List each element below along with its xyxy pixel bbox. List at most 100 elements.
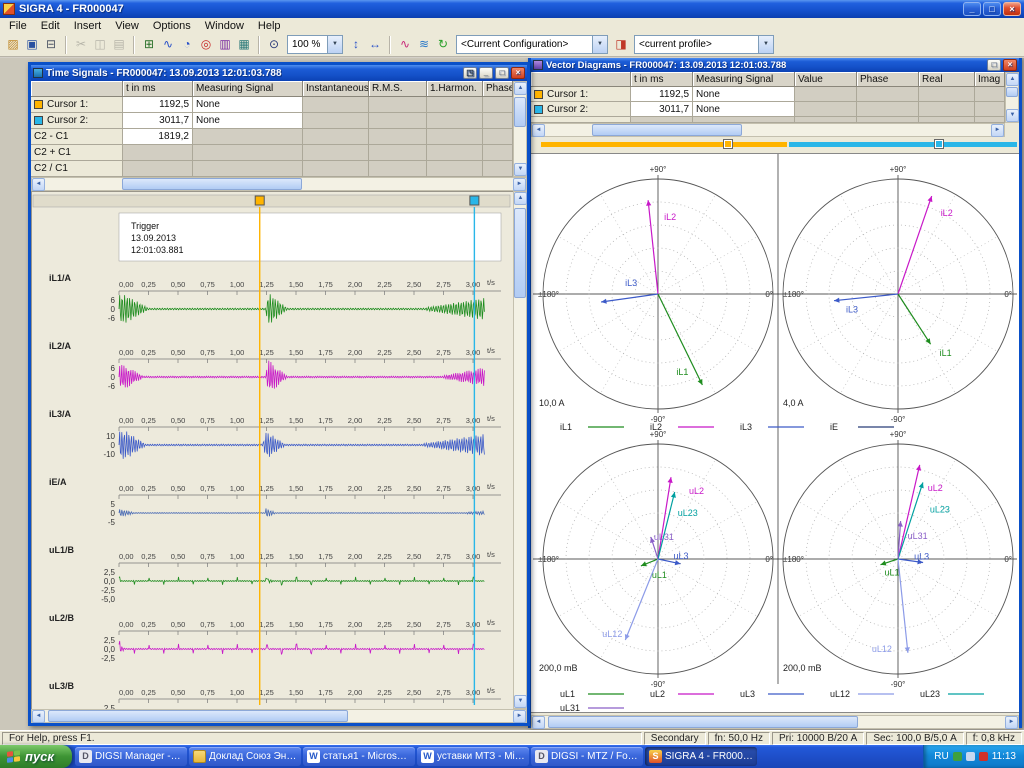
vector-table-h-scrollbar[interactable]: ◄► — [531, 123, 1005, 137]
scroll-up-button[interactable]: ▲ — [1006, 73, 1019, 86]
instant-values-icon[interactable]: ∿ — [396, 36, 414, 54]
circle-diagram-icon[interactable]: ◎ — [197, 36, 215, 54]
scroll-thumb[interactable] — [514, 97, 526, 127]
scroll-left-button[interactable]: ◄ — [32, 710, 45, 723]
profile-icon[interactable]: ◨ — [612, 36, 630, 54]
taskbar-task[interactable]: Wстатья1 - Microsoft ... — [303, 747, 415, 766]
scroll-thumb[interactable] — [1006, 87, 1018, 97]
print-icon[interactable]: ⊟ — [42, 36, 60, 54]
waveform-v-scrollbar[interactable]: ▲▼ — [513, 191, 527, 709]
menu-view[interactable]: View — [108, 20, 146, 32]
taskbar-task[interactable]: DDIGSI - MTZ / Folder ... — [531, 747, 643, 766]
column-header[interactable]: t in ms — [123, 81, 193, 97]
grid-view-icon[interactable]: ⊞ — [140, 36, 158, 54]
cursor2-range-bar[interactable] — [789, 142, 1017, 147]
vector-window-titlebar[interactable]: Vector Diagrams - FR000047: 13.09.2013 1… — [531, 58, 1019, 72]
tray-app-icon[interactable] — [966, 752, 975, 761]
zoom-icon[interactable]: ⊙ — [265, 36, 283, 54]
column-header[interactable]: Real — [919, 72, 975, 87]
paste-icon[interactable]: ▤ — [110, 36, 128, 54]
menu-insert[interactable]: Insert — [67, 20, 109, 32]
scroll-right-button[interactable]: ► — [1005, 716, 1018, 729]
minimize-button[interactable]: _ — [479, 67, 493, 79]
table-cell[interactable]: None — [693, 102, 795, 117]
save-icon[interactable]: ▣ — [23, 36, 41, 54]
maximize-button[interactable]: □ — [987, 59, 1001, 71]
start-button[interactable]: пуск — [0, 745, 72, 768]
scroll-thumb[interactable] — [592, 124, 742, 136]
time-table-v-scrollbar[interactable]: ▲▼ — [513, 81, 527, 177]
table-cell[interactable]: None — [193, 113, 303, 129]
table-cell[interactable]: None — [193, 97, 303, 113]
scroll-down-button[interactable]: ▼ — [514, 163, 527, 176]
scroll-right-button[interactable]: ► — [513, 710, 526, 723]
column-header[interactable]: Phase — [857, 72, 919, 87]
column-header[interactable]: Measuring Signal — [693, 72, 795, 87]
close-button[interactable]: × — [1003, 2, 1021, 16]
column-header[interactable]: R.M.S. — [369, 81, 427, 97]
scroll-up-button[interactable]: ▲ — [514, 82, 527, 95]
dropdown-arrow-icon[interactable]: ▼ — [758, 36, 773, 53]
scroll-down-button[interactable]: ▼ — [514, 695, 527, 708]
menu-window[interactable]: Window — [198, 20, 251, 32]
copy-icon[interactable]: ◫ — [91, 36, 109, 54]
scroll-down-button[interactable]: ▼ — [1006, 109, 1019, 122]
time-table-h-scrollbar[interactable]: ◄► — [31, 177, 527, 191]
cursor-handle-2[interactable] — [470, 196, 479, 205]
scroll-right-button[interactable]: ► — [513, 178, 526, 191]
column-header[interactable]: Phase — [483, 81, 513, 97]
scroll-left-button[interactable]: ◄ — [532, 716, 545, 729]
zoom-horizontal-icon[interactable]: ↔ — [366, 36, 384, 54]
column-header[interactable]: Imag — [975, 72, 1005, 87]
column-header[interactable]: Measuring Signal — [193, 81, 303, 97]
table-cell[interactable]: 1192,5 — [123, 97, 193, 113]
cursor1-marker[interactable] — [724, 140, 732, 148]
cursor-handle-1[interactable] — [255, 196, 264, 205]
column-header[interactable]: t in ms — [631, 72, 693, 87]
time-window-titlebar[interactable]: Time Signals - FR000047: 13.09.2013 12:0… — [31, 65, 527, 81]
close-button[interactable]: × — [1003, 59, 1017, 71]
scroll-left-button[interactable]: ◄ — [532, 124, 545, 137]
language-indicator[interactable]: RU — [934, 751, 948, 762]
maximize-button[interactable]: □ — [495, 67, 509, 79]
column-header[interactable]: 1.Harmon. — [427, 81, 483, 97]
tray-alert-icon[interactable] — [979, 752, 988, 761]
menu-help[interactable]: Help — [251, 20, 288, 32]
taskbar-task[interactable]: Доклад Союз Энерг... — [189, 747, 301, 766]
scroll-thumb[interactable] — [548, 716, 858, 728]
close-button[interactable]: × — [511, 67, 525, 79]
open-icon[interactable]: ▨ — [4, 36, 22, 54]
taskbar-task[interactable]: Wуставки МТЗ - Micros... — [417, 747, 529, 766]
fault-locator-icon[interactable]: ▦ — [235, 36, 253, 54]
waveform-h-scrollbar[interactable]: ◄► — [31, 709, 527, 723]
dropdown-arrow-icon[interactable]: ▼ — [592, 36, 607, 53]
profile-select[interactable]: <current profile>▼ — [634, 35, 774, 54]
menu-file[interactable]: File — [2, 20, 34, 32]
table-cell[interactable]: 1192,5 — [631, 87, 693, 102]
table-cell[interactable]: 1819,2 — [123, 129, 193, 145]
menu-edit[interactable]: Edit — [34, 20, 67, 32]
menu-options[interactable]: Options — [146, 20, 198, 32]
float-button[interactable]: ◳ — [463, 67, 477, 79]
zoom-vertical-icon[interactable]: ↕ — [347, 36, 365, 54]
configuration-select[interactable]: <Current Configuration>▼ — [456, 35, 608, 54]
dropdown-arrow-icon[interactable]: ▼ — [327, 36, 342, 53]
scroll-thumb[interactable] — [48, 710, 348, 722]
time-signals-icon[interactable]: ∿ — [159, 36, 177, 54]
zoom-select[interactable]: 100 %▼ — [287, 35, 343, 54]
vector-table-v-scrollbar[interactable]: ▲▼ — [1005, 72, 1019, 123]
rms-values-icon[interactable]: ≋ — [415, 36, 433, 54]
tray-shield-icon[interactable] — [953, 752, 962, 761]
minimize-button[interactable]: _ — [963, 2, 981, 16]
table-cell[interactable]: 3011,7 — [631, 102, 693, 117]
table-cell[interactable]: None — [693, 87, 795, 102]
harmonics-icon[interactable]: ▥ — [216, 36, 234, 54]
vector-h-scrollbar[interactable]: ◄► — [531, 715, 1019, 729]
taskbar-task[interactable]: SSIGRA 4 - FR000047 — [645, 747, 757, 766]
taskbar-task[interactable]: DDIGSI Manager - [MT... — [75, 747, 187, 766]
scroll-left-button[interactable]: ◄ — [32, 178, 45, 191]
cursor1-range-bar[interactable] — [541, 142, 787, 147]
cut-icon[interactable]: ✂ — [72, 36, 90, 54]
column-header[interactable]: Instantaneous — [303, 81, 369, 97]
scroll-right-button[interactable]: ► — [991, 124, 1004, 137]
